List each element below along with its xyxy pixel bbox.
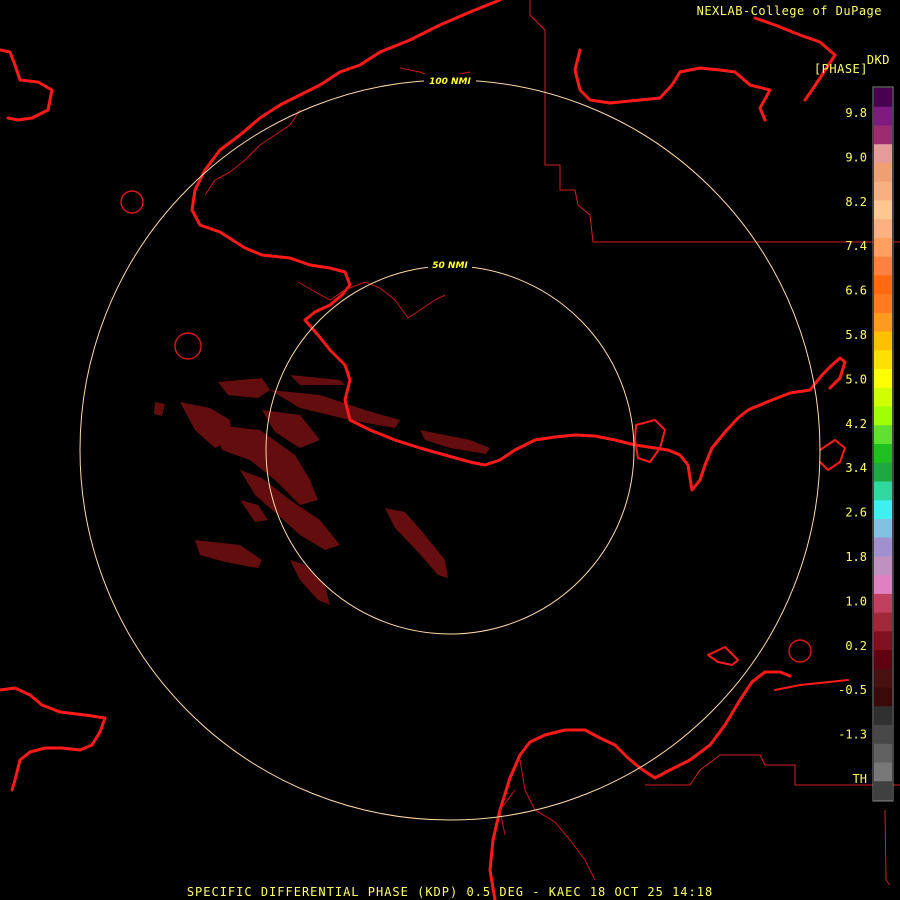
legend-tick-label: 0.2: [845, 639, 867, 653]
legend-swatch: [874, 387, 892, 408]
legend-swatch: [874, 781, 892, 801]
legend-swatch: [874, 406, 892, 426]
legend-swatch: [874, 369, 892, 389]
coastline-detail: [204, 67, 596, 881]
legend-swatch: [874, 200, 892, 220]
legend-swatch: [874, 725, 892, 745]
legend-swatch: [874, 668, 892, 689]
range-ring-label-50: 50 NMI: [432, 261, 468, 271]
legend-swatch: [874, 706, 892, 726]
range-rings: [79, 79, 821, 821]
legend-tick-label: -0.5: [838, 683, 867, 697]
legend-swatch: [874, 687, 892, 707]
legend-tick-label: 4.2: [845, 417, 867, 431]
range-ring-100: [79, 79, 821, 821]
legend-swatch: [874, 106, 892, 126]
legend-swatch: [874, 219, 892, 239]
legend-swatch: [874, 444, 892, 464]
legend-tick-label: 2.6: [845, 506, 867, 520]
legend-swatch: [874, 275, 892, 295]
legend-tick-label: 5.0: [845, 372, 867, 386]
legend-swatch: [874, 500, 892, 520]
legend-swatch: [874, 425, 892, 445]
legend-swatch: [874, 125, 892, 145]
legend-swatch: [874, 575, 892, 595]
legend-swatch: [874, 631, 892, 651]
legend-swatch: [874, 462, 892, 482]
color-legend: 9.8 9.0 8.2 7.4 6.6 5.8 5.0 4.2 3.4 2.6 1.8 1.0 0.2 -…: [838, 86, 894, 802]
range-ring-label-100: 100 NMI: [429, 77, 471, 87]
legend-tick-label: 5.8: [845, 328, 867, 342]
legend-swatch: [874, 350, 892, 370]
legend-swatch: [874, 556, 892, 576]
legend-swatch: [874, 181, 892, 201]
legend-swatch: [874, 256, 892, 276]
coastlines: [0, 0, 849, 900]
legend-tick-label: -1.3: [838, 728, 867, 742]
legend-tick-label: 9.0: [845, 150, 867, 164]
legend-swatch: [874, 237, 892, 258]
legend-swatch: [874, 537, 892, 557]
legend-swatch: [874, 650, 892, 670]
legend-swatch: [874, 312, 892, 333]
legend-swatch: [874, 481, 892, 501]
legend-swatch: [874, 144, 892, 164]
legend-swatch: [874, 162, 892, 183]
legend-swatch: [874, 743, 892, 764]
legend-tick-label: 1.8: [845, 550, 867, 564]
legend-tick-label: TH: [853, 772, 867, 786]
legend-tick-label: 1.0: [845, 594, 867, 608]
legend-tick-label: 7.4: [845, 239, 867, 253]
legend-swatch: [874, 294, 892, 314]
legend-swatch: [874, 762, 892, 782]
legend-tick-label: 3.4: [845, 461, 867, 475]
legend-swatch: [874, 612, 892, 632]
legend-tick-label: 8.2: [845, 195, 867, 209]
legend-swatch: [874, 593, 892, 614]
range-ring-50: [265, 265, 635, 635]
product-code-label: DKD: [866, 53, 890, 67]
radar-map: 50 NMI 100 NMI 9.8 9.0 8.2 7.4 6.6 5.8 5.0 4.2 3…: [0, 0, 900, 900]
product-unit-label: [PHASE]: [813, 62, 868, 76]
legend-swatch: [874, 88, 892, 108]
credit-label: NEXLAB-College of DuPage: [696, 4, 882, 18]
legend-swatch: [874, 518, 892, 539]
precipitation-echoes: [154, 375, 490, 605]
legend-tick-label: 9.8: [845, 106, 867, 120]
product-caption: SPECIFIC DIFFERENTIAL PHASE (KDP) 0.5 DE…: [186, 885, 714, 899]
legend-swatch: [874, 331, 892, 351]
legend-tick-label: 6.6: [845, 284, 867, 298]
